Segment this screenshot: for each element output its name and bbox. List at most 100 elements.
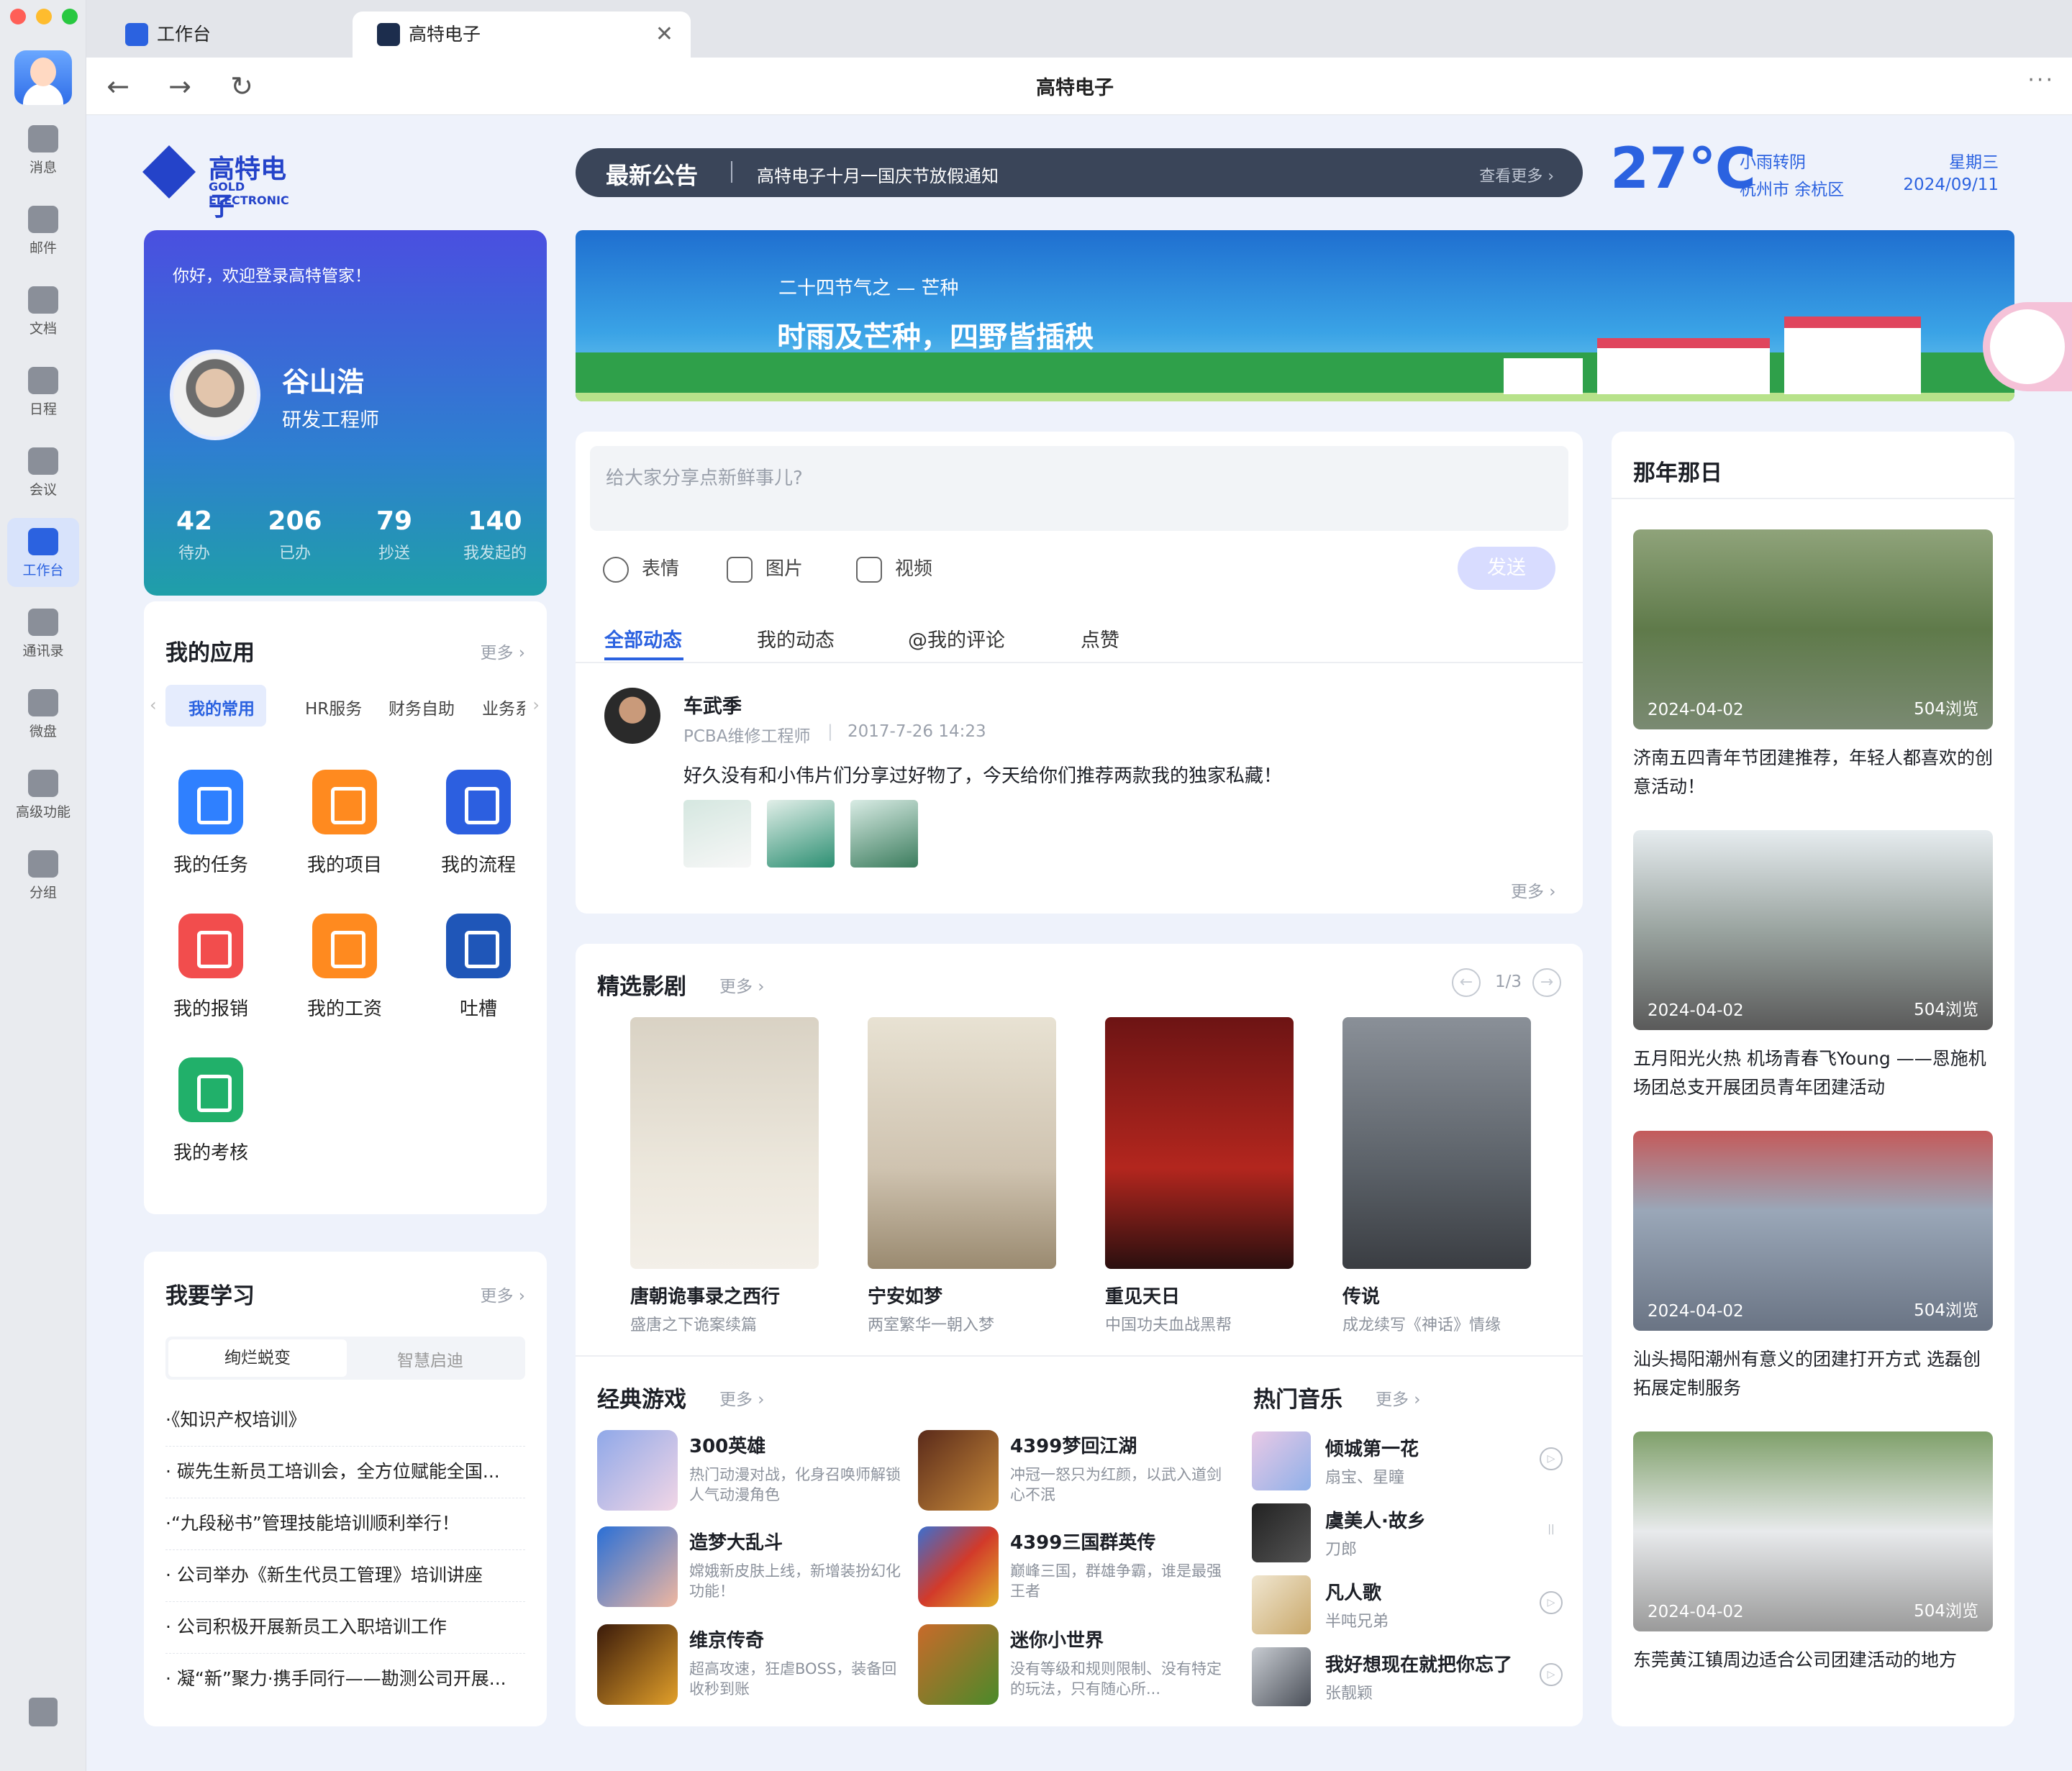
learning-tab-transform[interactable]: 绚烂蜕变 bbox=[168, 1339, 347, 1377]
pause-icon[interactable]: || bbox=[1540, 1519, 1563, 1542]
floating-assistant-button[interactable] bbox=[1983, 302, 2072, 391]
minimize-window-button[interactable] bbox=[36, 9, 52, 24]
sidebar-item-advanced[interactable]: 高级功能 bbox=[7, 760, 79, 829]
app-tab-business[interactable]: 业务系 bbox=[482, 695, 525, 719]
game-item[interactable]: 300英雄 热门动漫对战，化身召唤师解锁人气动漫角色 bbox=[597, 1430, 914, 1515]
post-input[interactable]: 给大家分享点新鲜事儿? bbox=[590, 446, 1568, 531]
post-image[interactable] bbox=[767, 800, 835, 868]
play-icon[interactable]: ▷ bbox=[1540, 1663, 1563, 1686]
memory-caption[interactable]: 五月阳光火热 机场青春飞Young ——恩施机场团总支开展团员青年团建活动 bbox=[1633, 1044, 1993, 1102]
sidebar-item-messages[interactable]: 消息 bbox=[7, 115, 79, 184]
stat-done[interactable]: 206 已办 bbox=[252, 506, 338, 563]
sidebar-item-group[interactable]: 分组 bbox=[7, 840, 79, 909]
learning-item[interactable]: ·《知识产权培训》 bbox=[165, 1406, 525, 1447]
song-item[interactable]: 倾城第一花 扇宝、星瞳 ▷ bbox=[1252, 1431, 1568, 1492]
song-item[interactable]: 虞美人·故乡 刀郎 || bbox=[1252, 1503, 1568, 1564]
feed-more-link[interactable]: 更多 › bbox=[1511, 878, 1556, 902]
solar-term-banner[interactable]: 二十四节气之 — 芒种 时雨及芒种，四野皆插秧 bbox=[576, 230, 2014, 401]
more-link[interactable]: 更多 › bbox=[480, 1282, 525, 1306]
more-options-icon[interactable]: ··· bbox=[2027, 68, 2055, 93]
video-tool[interactable]: 视频 bbox=[856, 554, 932, 583]
stats-icon[interactable] bbox=[29, 1698, 58, 1726]
notice-bar[interactable]: 最新公告 高特电子十月一国庆节放假通知 查看更多 › bbox=[576, 148, 1583, 197]
game-item[interactable]: 4399梦回江湖 冲冠一怒只为红颜，以武入道剑心不泯 bbox=[918, 1430, 1235, 1515]
learning-item[interactable]: · 公司举办《新生代员工管理》培训讲座 bbox=[165, 1561, 525, 1602]
tabs-right-arrow-icon[interactable]: › bbox=[532, 695, 540, 715]
send-button[interactable]: 发送 bbox=[1458, 547, 1555, 590]
movie-poster[interactable] bbox=[1342, 1017, 1531, 1269]
zoom-window-button[interactable] bbox=[62, 9, 78, 24]
movie-poster[interactable] bbox=[630, 1017, 819, 1269]
movie-title[interactable]: 重见天日 bbox=[1105, 1282, 1180, 1308]
sidebar-item-meeting[interactable]: 会议 bbox=[7, 437, 79, 506]
learning-tab-wisdom[interactable]: 智慧启迪 bbox=[397, 1347, 463, 1371]
tab-gaote[interactable]: 高特电子 ✕ bbox=[353, 12, 691, 58]
learning-item[interactable]: · 凝“新”聚力·携手同行——勘测公司开展... bbox=[165, 1665, 525, 1705]
feed-tab-mine[interactable]: 我的动态 bbox=[757, 624, 835, 652]
memory-photo[interactable]: 2024-04-02 504浏览 bbox=[1633, 830, 1993, 1030]
profile-avatar[interactable] bbox=[170, 350, 260, 440]
sidebar-item-workbench[interactable]: 工作台 bbox=[7, 518, 79, 587]
company-logo[interactable]: 高特电子 GOLD ELECTRONIC bbox=[142, 144, 308, 222]
notice-text[interactable]: 高特电子十月一国庆节放假通知 bbox=[757, 162, 999, 187]
game-item[interactable]: 维京传奇 超高攻速，狂虐BOSS，装备回收秒到账 bbox=[597, 1624, 914, 1709]
app-tab-common[interactable]: 我的常用 bbox=[165, 685, 266, 727]
memory-caption[interactable]: 汕头揭阳潮州有意义的团建打开方式 选磊创拓展定制服务 bbox=[1633, 1345, 1993, 1403]
prev-page-icon[interactable]: ← bbox=[1452, 968, 1481, 997]
movie-title[interactable]: 传说 bbox=[1342, 1282, 1380, 1308]
close-window-button[interactable] bbox=[10, 9, 26, 24]
sidebar-item-calendar[interactable]: 日程 bbox=[7, 357, 79, 426]
post-author-name[interactable]: 车武季 bbox=[683, 691, 742, 719]
stat-cc[interactable]: 79 抄送 bbox=[351, 506, 437, 563]
memory-caption[interactable]: 东莞黄江镇周边适合公司团建活动的地方 bbox=[1633, 1646, 1993, 1675]
sidebar-item-docs[interactable]: 文档 bbox=[7, 276, 79, 345]
feed-tab-all[interactable]: 全部动态 bbox=[604, 624, 682, 652]
app-my-salary[interactable]: 我的工资 bbox=[291, 914, 399, 1021]
sidebar-item-mail[interactable]: 邮件 bbox=[7, 196, 79, 265]
app-tab-finance[interactable]: 财务自助 bbox=[388, 695, 455, 719]
memory-photo[interactable]: 2024-04-02 504浏览 bbox=[1633, 1431, 1993, 1631]
more-link[interactable]: 更多 › bbox=[480, 639, 525, 663]
learning-item[interactable]: · 碳先生新员工培训会，全方位赋能全国... bbox=[165, 1457, 525, 1498]
game-item[interactable]: 迷你小世界 没有等级和规则限制、没有特定的玩法，只有随心所... bbox=[918, 1624, 1235, 1709]
movie-poster[interactable] bbox=[868, 1017, 1056, 1269]
post-image[interactable] bbox=[683, 800, 751, 868]
stat-initiated[interactable]: 140 我发起的 bbox=[452, 506, 538, 563]
sidebar-item-contacts[interactable]: 通讯录 bbox=[7, 598, 79, 668]
game-item[interactable]: 4399三国群英传 巅峰三国，群雄争霸，谁是最强王者 bbox=[918, 1526, 1235, 1611]
back-arrow-icon[interactable]: ← bbox=[99, 68, 137, 105]
feed-tab-likes[interactable]: 点赞 bbox=[1081, 624, 1119, 652]
song-item[interactable]: 我好想现在就把你忘了 张靓颖 ▷ bbox=[1252, 1647, 1568, 1708]
learning-item[interactable]: · 公司积极开展新员工入职培训工作 bbox=[165, 1613, 525, 1654]
song-item[interactable]: 凡人歌 半吨兄弟 ▷ bbox=[1252, 1575, 1568, 1636]
memory-caption[interactable]: 济南五四青年节团建推荐，年轻人都喜欢的创意活动！ bbox=[1633, 744, 1993, 801]
tab-workbench[interactable]: 工作台 bbox=[101, 12, 360, 58]
sidebar-item-drive[interactable]: 微盘 bbox=[7, 679, 79, 748]
more-link[interactable]: 更多 › bbox=[719, 973, 765, 997]
forward-arrow-icon[interactable]: → bbox=[161, 68, 199, 105]
emoji-tool[interactable]: 表情 bbox=[603, 554, 679, 583]
memory-photo[interactable]: 2024-04-02 504浏览 bbox=[1633, 1131, 1993, 1331]
notice-more-link[interactable]: 查看更多 › bbox=[1479, 163, 1554, 186]
next-page-icon[interactable]: → bbox=[1532, 968, 1561, 997]
feed-tab-mentions[interactable]: @我的评论 bbox=[908, 624, 1005, 652]
movie-title[interactable]: 宁安如梦 bbox=[868, 1282, 942, 1308]
close-tab-icon[interactable]: ✕ bbox=[655, 12, 673, 58]
more-link[interactable]: 更多 › bbox=[1376, 1385, 1421, 1410]
app-my-assessment[interactable]: 我的考核 bbox=[157, 1057, 265, 1165]
app-my-projects[interactable]: 我的项目 bbox=[291, 770, 399, 877]
app-my-reimburse[interactable]: 我的报销 bbox=[157, 914, 265, 1021]
more-link[interactable]: 更多 › bbox=[719, 1385, 765, 1410]
post-image[interactable] bbox=[850, 800, 918, 868]
stat-todo[interactable]: 42 待办 bbox=[151, 506, 237, 563]
memory-photo[interactable]: 2024-04-02 504浏览 bbox=[1633, 529, 1993, 729]
app-tab-hr[interactable]: HR服务 bbox=[305, 695, 362, 719]
play-icon[interactable]: ▷ bbox=[1540, 1591, 1563, 1614]
learning-item[interactable]: ·“九段秘书”管理技能培训顺利举行！ bbox=[165, 1509, 525, 1550]
movie-poster[interactable] bbox=[1105, 1017, 1294, 1269]
reload-icon[interactable]: ↻ bbox=[223, 68, 260, 105]
app-my-flows[interactable]: 我的流程 bbox=[424, 770, 532, 877]
post-author-avatar[interactable] bbox=[604, 688, 660, 744]
play-icon[interactable]: ▷ bbox=[1540, 1447, 1563, 1470]
game-item[interactable]: 造梦大乱斗 嫦娥新皮肤上线，新增装扮幻化功能！ bbox=[597, 1526, 914, 1611]
